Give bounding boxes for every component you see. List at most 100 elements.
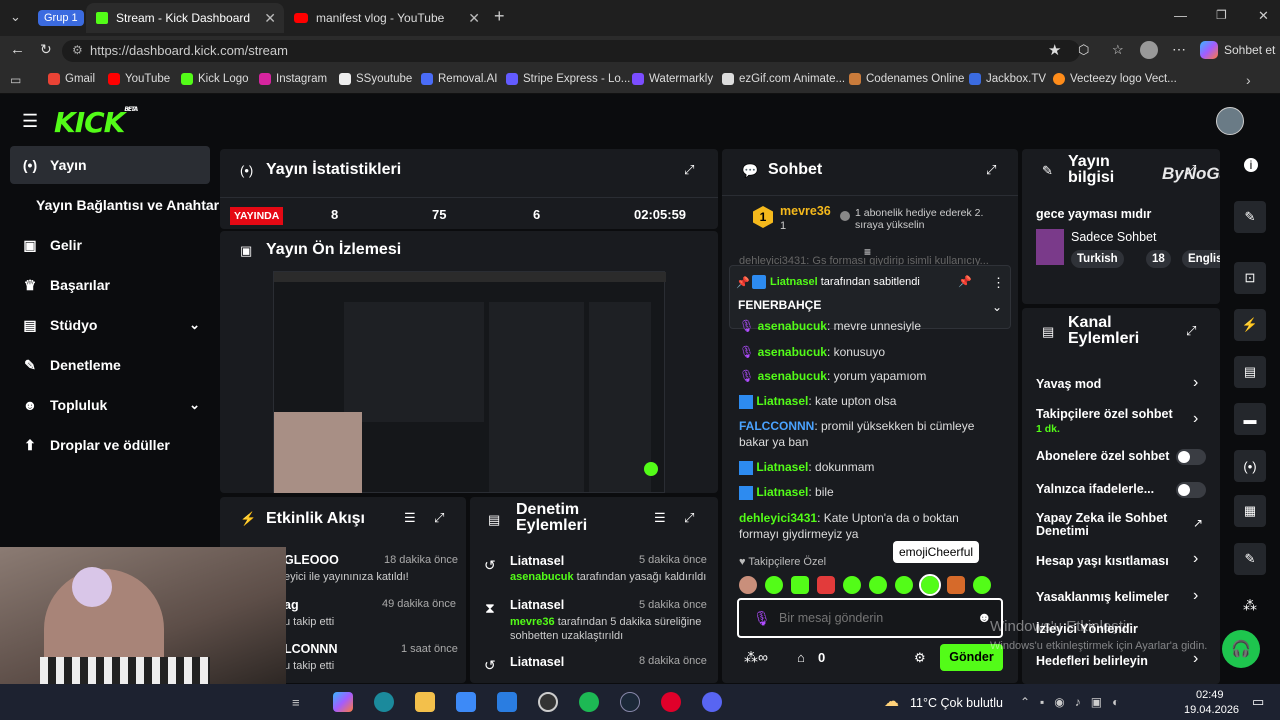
bookmark-ezgif[interactable]: ezGif.com Animate...	[722, 73, 845, 85]
subscribers-only-toggle[interactable]	[1176, 449, 1206, 465]
chevron-right-icon[interactable]: ›	[1193, 410, 1198, 428]
chevron-right-icon[interactable]: ›	[1193, 550, 1198, 568]
sidebar-item-gelir[interactable]: ▣ Gelir	[10, 226, 210, 264]
back-icon[interactable]: ←	[10, 41, 25, 58]
emote-cheerful-icon[interactable]	[919, 574, 941, 596]
discord-icon[interactable]	[702, 692, 722, 712]
hamburger-menu-icon[interactable]: ☰	[22, 111, 38, 132]
bookmark-vecteezy[interactable]: Vecteezy logo Vect...	[1053, 73, 1177, 85]
tab-kick-dashboard[interactable]: Stream - Kick Dashboard ✕	[86, 3, 284, 33]
notifications-icon[interactable]: ▭	[1252, 694, 1264, 710]
ai-moderation-row[interactable]: Yapay Zeka ile Sohbet Denetimi	[1036, 512, 1176, 538]
emote-icon[interactable]	[947, 576, 965, 594]
tab-youtube[interactable]: manifest vlog - YouTube ✕	[284, 3, 488, 33]
external-link-icon[interactable]: ↗	[1193, 516, 1203, 530]
bookmark-codenames[interactable]: Codenames Online	[849, 73, 964, 85]
rail-broadcast-button[interactable]: (•)	[1234, 450, 1266, 482]
chat-username[interactable]: asenabucuk	[758, 345, 827, 359]
stream-preview-video[interactable]	[273, 271, 666, 493]
rail-layout-button[interactable]: ▦	[1234, 495, 1266, 527]
bookmark-ssyoutube[interactable]: SSyoutube	[339, 73, 412, 85]
community-icon[interactable]: ⁂∞	[744, 649, 768, 666]
copilot-taskbar-icon[interactable]	[333, 692, 353, 712]
top-gifter-name[interactable]: mevre36	[780, 204, 831, 218]
chevron-right-icon[interactable]: ›	[1193, 587, 1198, 605]
widgets-icon[interactable]: ≡	[292, 695, 300, 710]
opera-icon[interactable]	[661, 692, 681, 712]
community-icon[interactable]: ⁂	[1243, 597, 1257, 614]
emote-angry-icon[interactable]	[817, 576, 835, 594]
settings-gear-icon[interactable]: ⚙	[914, 650, 926, 666]
slow-mode-row[interactable]: Yavaş mod	[1036, 377, 1206, 391]
emote-icon[interactable]	[843, 576, 861, 594]
user-avatar[interactable]	[1216, 107, 1244, 135]
emote-icon[interactable]	[973, 576, 991, 594]
steam-icon[interactable]	[620, 692, 640, 712]
bookmark-youtube[interactable]: YouTube	[108, 73, 170, 85]
popout-icon[interactable]: ⤢	[434, 510, 444, 526]
account-age-row[interactable]: Hesap yaşı kısıtlaması	[1036, 554, 1206, 568]
emote-avatar-icon[interactable]	[739, 576, 757, 594]
bookmark-jackbox[interactable]: Jackbox.TV	[969, 73, 1046, 85]
sidebar-item-denetleme[interactable]: ✎ Denetleme	[10, 346, 210, 384]
more-menu-icon[interactable]: ⋯	[1172, 41, 1186, 58]
help-button[interactable]: 🎧	[1222, 630, 1260, 668]
spotify-icon[interactable]	[579, 692, 599, 712]
popout-icon[interactable]: ⤢	[1186, 323, 1196, 339]
filter-icon[interactable]: ☰	[654, 510, 666, 526]
minimize-icon[interactable]: —	[1174, 8, 1187, 23]
chat-username[interactable]: asenabucuk	[758, 319, 827, 332]
tab-list-icon[interactable]: ⌄	[10, 9, 21, 25]
bookmark-stripe[interactable]: Stripe Express - Lo...	[506, 73, 630, 85]
rail-chat-button[interactable]: ▬	[1234, 403, 1266, 435]
sidebar-item-topluluk[interactable]: ☻ Topluluk ⌄	[10, 386, 210, 424]
chat-input-box[interactable]: 🎙 ☻	[737, 598, 1003, 638]
bookmark-kick-logo[interactable]: Kick Logo	[181, 73, 249, 85]
favorite-star-icon[interactable]: ★	[1048, 41, 1061, 59]
emote-icon[interactable]	[765, 576, 783, 594]
address-input[interactable]: https://dashboard.kick.com/stream	[62, 40, 1080, 62]
store-taskbar-icon[interactable]	[456, 692, 476, 712]
bookmarks-overflow-icon[interactable]: ›	[1246, 72, 1251, 88]
edge-taskbar-icon[interactable]	[374, 692, 394, 712]
maximize-icon[interactable]: ❐	[1216, 8, 1227, 22]
emote-icon[interactable]	[791, 576, 809, 594]
collections-icon[interactable]: ☆	[1112, 42, 1124, 58]
file-explorer-icon[interactable]	[415, 692, 435, 712]
chat-username[interactable]: dehleyici3431	[739, 511, 817, 525]
chat-username[interactable]: asenabucuk	[758, 369, 827, 383]
bookmark-watermarkly[interactable]: Watermarkly	[632, 73, 713, 85]
chat-message-input[interactable]	[779, 608, 969, 628]
chevron-down-icon[interactable]: ⌄	[992, 300, 1002, 314]
sidebar-item-stream-key[interactable]: Yayın Bağlantısı ve Anahtarı	[10, 186, 230, 224]
followers-only-row[interactable]: Takipçilere özel sohbet 1 dk.	[1036, 407, 1186, 435]
sidebar-item-yayin[interactable]: (•) Yayın	[10, 146, 210, 184]
banned-words-row[interactable]: Yasaklanmış kelimeler	[1036, 590, 1206, 604]
unpin-icon[interactable]: 📌	[958, 275, 972, 288]
popout-icon[interactable]: ⤢	[684, 162, 694, 178]
bookmark-gmail[interactable]: Gmail	[48, 73, 95, 85]
kick-logo[interactable]: KICKBETA	[54, 106, 138, 139]
chat-username[interactable]: FALCCONNN	[739, 419, 814, 433]
bookmark-removal-ai[interactable]: Removal.AI	[421, 73, 497, 85]
reading-list-icon[interactable]: ▭	[10, 73, 21, 87]
chevron-right-icon[interactable]: ›	[1193, 650, 1198, 668]
copilot-icon[interactable]	[1200, 41, 1218, 59]
sidebar-item-studyo[interactable]: ▤ Stüdyo ⌄	[10, 306, 210, 344]
system-tray-icons[interactable]: ⌃▪◉♪▣◐	[1020, 695, 1129, 709]
bookmark-instagram[interactable]: Instagram	[259, 73, 327, 85]
chat-username[interactable]: Liatnasel	[756, 460, 808, 474]
chat-username[interactable]: Liatnasel	[756, 394, 808, 408]
site-info-icon[interactable]: ⚙	[72, 43, 83, 57]
copilot-label[interactable]: Sohbet et	[1224, 43, 1275, 57]
new-tab-icon[interactable]: +	[494, 6, 505, 27]
rail-edit-button[interactable]: ✎	[1234, 201, 1266, 233]
emote-icon[interactable]	[895, 576, 913, 594]
clock-time[interactable]: 02:49	[1196, 689, 1224, 701]
sidebar-item-basarilar[interactable]: ♛ Başarılar	[10, 266, 210, 304]
obs-icon[interactable]	[538, 692, 558, 712]
weather-text[interactable]: 11°C Çok bulutlu	[910, 696, 1003, 710]
emote-icon[interactable]	[869, 576, 887, 594]
rail-camera-button[interactable]: ⊡	[1234, 262, 1266, 294]
more-options-icon[interactable]: ⋮	[992, 275, 1005, 291]
